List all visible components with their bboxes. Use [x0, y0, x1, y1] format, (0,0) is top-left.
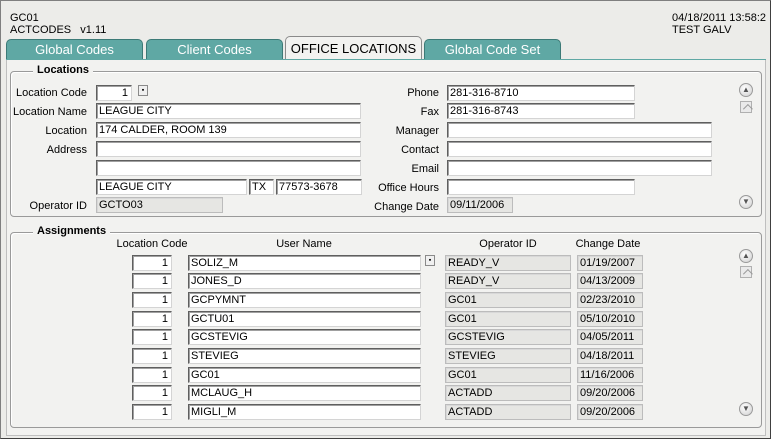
row-operator-id: GC01: [445, 292, 571, 308]
row-operator-id: ACTADD: [445, 404, 571, 420]
location-label: Location: [45, 125, 87, 137]
office-hours-label: Office Hours: [378, 182, 439, 194]
col-header-operator-id: Operator ID: [479, 238, 537, 250]
phone-label: Phone: [407, 87, 439, 99]
row-operator-id: STEVIEG: [445, 348, 571, 364]
fax-field[interactable]: 281-316-8743: [447, 103, 635, 119]
row-change-date: 11/16/2006: [577, 367, 643, 383]
col-header-change-date: Change Date: [575, 238, 641, 250]
row-location-code[interactable]: 1: [132, 385, 172, 401]
row-operator-id: GC01: [445, 367, 571, 383]
row-change-date: 02/23/2010: [577, 292, 643, 308]
operator-id-label: Operator ID: [29, 200, 87, 212]
row-location-code[interactable]: 1: [132, 367, 172, 383]
row-location-code[interactable]: 1: [132, 273, 172, 289]
operator-id-field: GCTO03: [96, 197, 223, 213]
col-header-user-name: User Name: [276, 238, 332, 250]
row-user-name[interactable]: MCLAUG_H: [188, 385, 421, 401]
address-label: Address: [46, 144, 87, 156]
header-left: GC01 ACTCODES v1.11: [10, 12, 106, 36]
row-change-date: 09/20/2006: [577, 404, 643, 420]
page-up-icon[interactable]: [740, 101, 752, 113]
row-operator-id: READY_V: [445, 273, 571, 289]
scroll-up-icon[interactable]: ▲: [739, 83, 753, 97]
row-operator-id: READY_V: [445, 255, 571, 271]
state-field[interactable]: TX: [249, 179, 274, 195]
scroll-down-icon[interactable]: ▼: [739, 402, 753, 416]
location-code-field[interactable]: 1: [96, 85, 132, 101]
app-window: GC01 ACTCODES v1.11 04/18/2011 13:58:2 T…: [0, 0, 771, 439]
tab-global-code-set[interactable]: Global Code Set: [424, 39, 561, 60]
row-change-date: 04/05/2011: [577, 329, 643, 345]
row-operator-id: GCSTEVIG: [445, 329, 571, 345]
zip-field[interactable]: 77573-3678: [276, 179, 362, 195]
location-name-label: Location Name: [13, 106, 87, 118]
tab-office-locations[interactable]: OFFICE LOCATIONS: [285, 36, 422, 60]
page-up-icon[interactable]: [740, 266, 752, 278]
city-field[interactable]: LEAGUE CITY: [96, 179, 247, 195]
header-user: TEST GALV: [672, 24, 732, 36]
row-change-date: 01/19/2007: [577, 255, 643, 271]
row-user-name[interactable]: GCTU01: [188, 311, 421, 327]
fax-label: Fax: [420, 106, 439, 118]
row-user-name[interactable]: STEVIEG: [188, 348, 421, 364]
location-code-label: Location Code: [16, 87, 87, 99]
assignments-title: Assignments: [33, 225, 111, 237]
address-line2-field[interactable]: [96, 160, 361, 176]
change-date-label: Change Date: [374, 201, 439, 213]
header-right: 04/18/2011 13:58:2 TEST GALV: [672, 12, 766, 36]
tab-client-codes[interactable]: Client Codes: [146, 39, 283, 60]
row-location-code[interactable]: 1: [132, 311, 172, 327]
phone-field[interactable]: 281-316-8710: [447, 85, 635, 101]
tab-bar: Global Codes Client Codes OFFICE LOCATIO…: [6, 36, 766, 60]
email-field[interactable]: [447, 160, 712, 176]
lov-dropdown-icon[interactable]: ▪: [425, 255, 435, 266]
row-location-code[interactable]: 1: [132, 329, 172, 345]
row-change-date: 04/18/2011: [577, 348, 643, 364]
manager-label: Manager: [395, 125, 439, 137]
row-user-name[interactable]: JONES_D: [188, 273, 421, 289]
location-field[interactable]: 174 CALDER, ROOM 139: [96, 122, 361, 138]
row-operator-id: GC01: [445, 311, 571, 327]
location-name-field[interactable]: LEAGUE CITY: [96, 103, 361, 119]
header-datetime: 04/18/2011 13:58:2: [672, 12, 766, 24]
row-location-code[interactable]: 1: [132, 348, 172, 364]
row-change-date: 05/10/2010: [577, 311, 643, 327]
office-hours-field[interactable]: [447, 179, 635, 195]
row-location-code[interactable]: 1: [132, 404, 172, 420]
form-name: ACTCODES: [10, 24, 72, 36]
app-code: GC01: [10, 12, 39, 24]
manager-field[interactable]: [447, 122, 712, 138]
contact-field[interactable]: [447, 141, 712, 157]
row-location-code[interactable]: 1: [132, 255, 172, 271]
row-user-name[interactable]: MIGLI_M: [188, 404, 421, 420]
row-user-name[interactable]: GC01: [188, 367, 421, 383]
contact-label: Contact: [401, 144, 439, 156]
scroll-down-icon[interactable]: ▼: [739, 195, 753, 209]
lov-dropdown-icon[interactable]: ▪: [138, 85, 148, 96]
form-version: v1.11: [80, 24, 107, 36]
row-operator-id: ACTADD: [445, 385, 571, 401]
address-line1-field[interactable]: [96, 141, 361, 157]
locations-title: Locations: [33, 64, 93, 76]
row-change-date: 04/13/2009: [577, 273, 643, 289]
scroll-up-icon[interactable]: ▲: [739, 249, 753, 263]
row-change-date: 09/20/2006: [577, 385, 643, 401]
email-label: Email: [411, 163, 439, 175]
row-location-code[interactable]: 1: [132, 292, 172, 308]
row-user-name[interactable]: SOLIZ_M: [188, 255, 421, 271]
change-date-field: 09/11/2006: [447, 197, 513, 213]
row-user-name[interactable]: GCPYMNT: [188, 292, 421, 308]
col-header-location-code: Location Code: [116, 238, 188, 250]
row-user-name[interactable]: GCSTEVIG: [188, 329, 421, 345]
tab-global-codes[interactable]: Global Codes: [6, 39, 143, 60]
